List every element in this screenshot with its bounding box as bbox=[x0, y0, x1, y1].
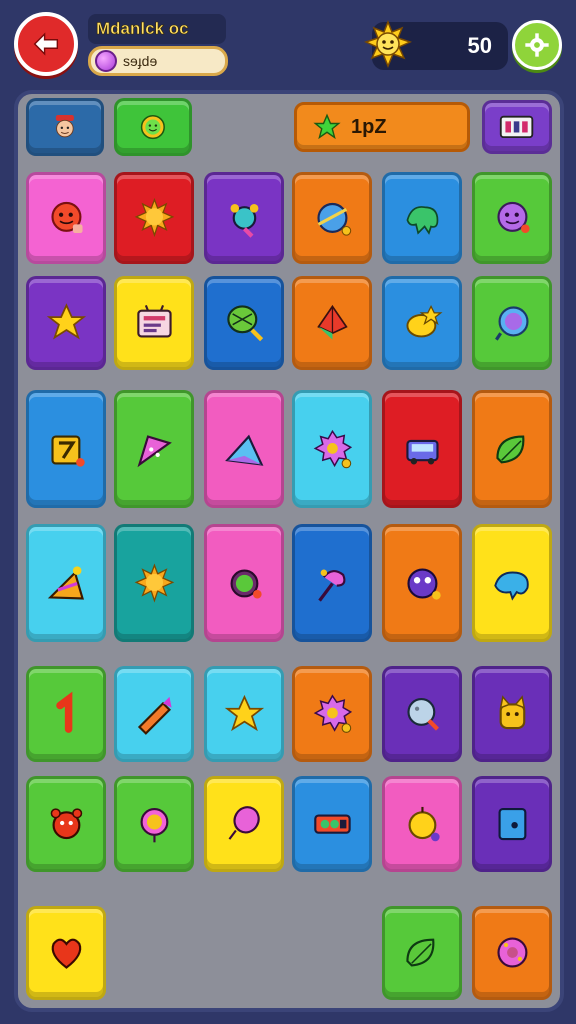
menu-icon bbox=[500, 115, 534, 139]
board-tile[interactable] bbox=[292, 172, 372, 264]
board-tile[interactable] bbox=[382, 666, 462, 762]
board-tile[interactable] bbox=[292, 776, 372, 872]
beetle-icon bbox=[230, 204, 258, 238]
monster-icon bbox=[406, 567, 441, 600]
kite-icon bbox=[316, 305, 348, 341]
bubble-icon bbox=[494, 306, 529, 342]
progress-text: sɘɟdɘ bbox=[123, 53, 158, 69]
board-tile[interactable] bbox=[26, 776, 106, 872]
board-tile[interactable] bbox=[26, 276, 106, 370]
planet-icon bbox=[316, 202, 351, 236]
gear-icon bbox=[313, 429, 352, 468]
dino-icon bbox=[406, 206, 438, 235]
smiley-button[interactable] bbox=[114, 98, 192, 156]
board-tile[interactable] bbox=[472, 524, 552, 642]
board-tile[interactable] bbox=[382, 524, 462, 642]
avatar-icon bbox=[55, 114, 75, 138]
lollipop-icon bbox=[317, 569, 346, 602]
smiley-icon bbox=[496, 201, 530, 234]
settings-button[interactable] bbox=[512, 20, 562, 70]
star-icon bbox=[313, 113, 341, 140]
board-tile[interactable] bbox=[472, 276, 552, 370]
board-tile[interactable] bbox=[26, 172, 106, 264]
sun-icon bbox=[134, 197, 174, 238]
bear-icon bbox=[50, 808, 82, 840]
square-icon bbox=[50, 435, 85, 467]
fruit-icon bbox=[408, 806, 440, 842]
board-tile[interactable] bbox=[472, 666, 552, 762]
player-name: Mdanlck oc bbox=[96, 19, 189, 39]
board-tile[interactable] bbox=[472, 776, 552, 872]
avatar-button[interactable] bbox=[26, 98, 104, 156]
board-tile[interactable] bbox=[204, 172, 284, 264]
board-tile[interactable] bbox=[204, 276, 284, 370]
board-tile[interactable] bbox=[26, 390, 106, 508]
player-name-box: Mdanlck oc bbox=[88, 14, 226, 44]
board-tile[interactable] bbox=[114, 776, 194, 872]
board-tile[interactable] bbox=[204, 666, 284, 762]
back-button[interactable] bbox=[14, 12, 78, 76]
board-tile[interactable] bbox=[204, 776, 284, 872]
board-tile[interactable] bbox=[204, 390, 284, 508]
score-value: 50 bbox=[467, 33, 492, 58]
menu-button[interactable] bbox=[482, 100, 552, 154]
sun-icon bbox=[364, 20, 412, 68]
phone-icon bbox=[498, 807, 526, 841]
cat-icon bbox=[499, 695, 525, 730]
board-tile[interactable] bbox=[114, 666, 194, 762]
whale-icon bbox=[493, 571, 529, 601]
board-tile[interactable] bbox=[292, 666, 372, 762]
star-icon bbox=[224, 694, 264, 732]
board-tile[interactable] bbox=[26, 524, 106, 642]
board-tile[interactable] bbox=[26, 906, 106, 1000]
tv-icon bbox=[136, 305, 172, 339]
board-tile[interactable] bbox=[204, 524, 284, 642]
leaf-icon bbox=[405, 939, 434, 967]
board-tile[interactable] bbox=[114, 172, 194, 264]
moon-icon bbox=[406, 697, 439, 731]
lemon-icon bbox=[406, 305, 443, 338]
number-one-icon bbox=[55, 691, 72, 733]
board-tile[interactable] bbox=[382, 390, 462, 508]
board-tile[interactable] bbox=[382, 776, 462, 872]
board-tile[interactable] bbox=[114, 276, 194, 370]
gem-icon bbox=[95, 50, 117, 72]
board-tile[interactable] bbox=[382, 172, 462, 264]
board-tile[interactable] bbox=[292, 276, 372, 370]
board-tile[interactable] bbox=[26, 666, 106, 762]
level-text: 1pZ bbox=[351, 115, 387, 138]
ruler-icon bbox=[47, 565, 84, 600]
board-tile[interactable] bbox=[472, 172, 552, 264]
gear-icon bbox=[313, 694, 352, 733]
board-tile[interactable] bbox=[382, 276, 462, 370]
progress-field: sɘɟdɘ bbox=[88, 46, 228, 76]
board-tile[interactable] bbox=[114, 390, 194, 508]
board-tile[interactable] bbox=[292, 524, 372, 642]
car-icon bbox=[405, 439, 439, 465]
triangle-icon bbox=[224, 434, 263, 466]
back-arrow-icon bbox=[33, 32, 59, 56]
sun-icon bbox=[134, 562, 174, 603]
ball-icon bbox=[140, 807, 168, 843]
crayon-icon bbox=[137, 696, 172, 735]
heart-icon bbox=[51, 939, 81, 970]
racket-icon bbox=[226, 305, 263, 342]
face-icon bbox=[50, 201, 83, 234]
leaf-icon bbox=[495, 435, 524, 463]
ring-icon bbox=[230, 569, 262, 599]
board-tile[interactable] bbox=[114, 524, 194, 642]
level-indicator: 1pZ bbox=[294, 102, 470, 152]
board-tile[interactable] bbox=[292, 390, 372, 508]
donut-icon bbox=[496, 937, 528, 969]
board-tile[interactable] bbox=[472, 906, 552, 1000]
star-icon bbox=[46, 303, 86, 341]
board-tile[interactable] bbox=[382, 906, 462, 1000]
board-tile[interactable] bbox=[472, 390, 552, 508]
smiley-icon bbox=[140, 114, 166, 140]
gear-icon bbox=[525, 33, 549, 57]
battery-icon bbox=[313, 814, 351, 834]
cone-icon bbox=[137, 434, 172, 467]
balloon-icon bbox=[228, 806, 260, 840]
